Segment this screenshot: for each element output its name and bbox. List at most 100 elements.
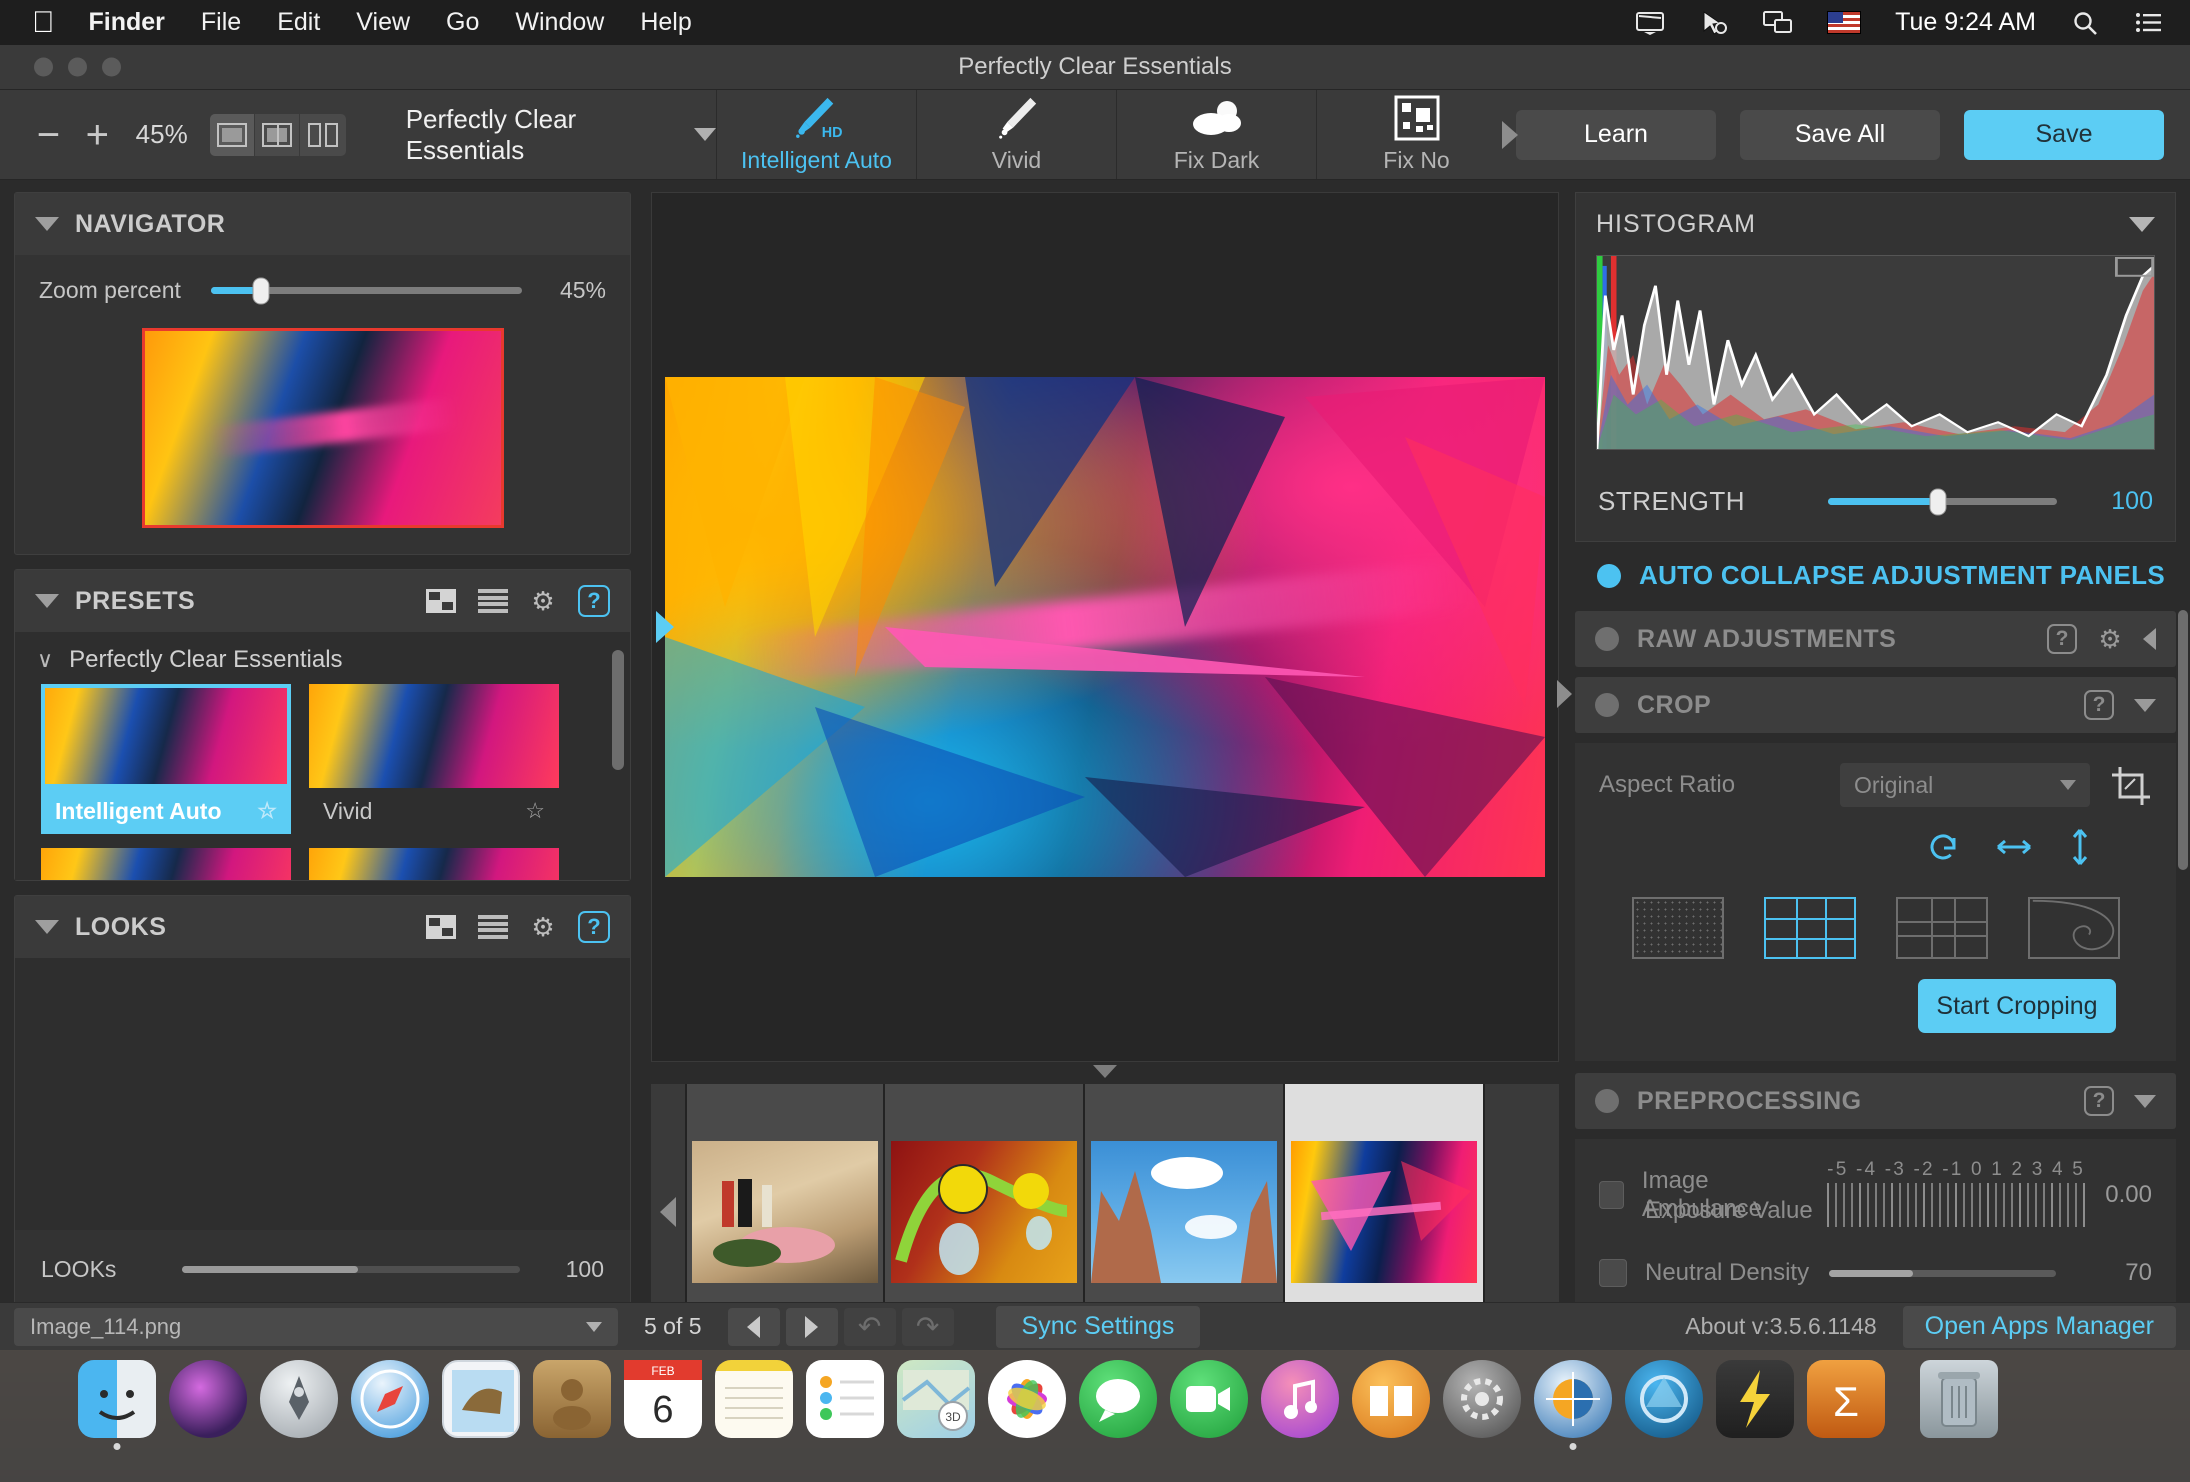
dock-icon-reminders[interactable] bbox=[806, 1360, 884, 1438]
triangle-down-icon[interactable] bbox=[2134, 1095, 2156, 1108]
redo-icon[interactable]: ↷ bbox=[902, 1308, 954, 1346]
view-mode-single[interactable] bbox=[210, 114, 255, 156]
main-image[interactable] bbox=[665, 377, 1545, 877]
star-icon[interactable]: ☆ bbox=[257, 798, 277, 824]
section-raw-adjustments[interactable]: RAW ADJUSTMENTS ? ⚙ bbox=[1575, 611, 2176, 667]
search-icon[interactable] bbox=[2070, 10, 2100, 36]
looks-header[interactable]: LOOKS ⚙ ? bbox=[15, 896, 630, 958]
help-icon[interactable]: ? bbox=[2047, 624, 2077, 654]
apple-icon[interactable]:  bbox=[32, 8, 55, 38]
screen-sharing-icon[interactable] bbox=[1763, 10, 1793, 36]
dock-icon-mail[interactable] bbox=[442, 1360, 520, 1438]
triangle-down-icon[interactable] bbox=[35, 217, 59, 231]
menu-item-file[interactable]: File bbox=[201, 8, 241, 37]
toggle-dot-icon[interactable] bbox=[1595, 1089, 1619, 1113]
looks-list[interactable] bbox=[15, 958, 630, 1230]
presets-scrollbar[interactable] bbox=[612, 650, 624, 770]
tool-vivid[interactable]: Vivid bbox=[916, 90, 1116, 179]
view-mode-split[interactable] bbox=[300, 114, 345, 156]
dock-icon-facetime[interactable] bbox=[1170, 1360, 1248, 1438]
save-button[interactable]: Save bbox=[1964, 110, 2164, 160]
toggle-dot-icon[interactable] bbox=[1595, 693, 1619, 717]
golden-spiral-overlay[interactable] bbox=[2028, 897, 2120, 959]
thirds-grid-overlay[interactable] bbox=[1764, 897, 1856, 959]
dock-icon-contacts[interactable] bbox=[533, 1360, 611, 1438]
tool-fix-dark[interactable]: Fix Dark bbox=[1116, 90, 1316, 179]
dock-icon-trash[interactable] bbox=[1920, 1360, 1998, 1438]
presets-list[interactable]: ∨ Perfectly Clear Essentials Intelligent… bbox=[15, 632, 630, 880]
menu-item-view[interactable]: View bbox=[356, 8, 410, 37]
dock-icon-calendar[interactable]: FEB6 bbox=[624, 1360, 702, 1438]
previous-image-button[interactable] bbox=[728, 1308, 780, 1346]
list-view-icon[interactable] bbox=[478, 589, 508, 613]
menu-item-edit[interactable]: Edit bbox=[277, 8, 320, 37]
window-controls[interactable] bbox=[34, 58, 136, 77]
star-icon[interactable]: ☆ bbox=[525, 798, 545, 824]
dock-icon-utility-flash[interactable] bbox=[1716, 1360, 1794, 1438]
toggle-dot-icon[interactable] bbox=[1595, 627, 1619, 651]
navigator-thumbnail[interactable] bbox=[142, 328, 504, 528]
chevron-right-icon[interactable] bbox=[1502, 121, 1518, 149]
dock-icon-ibooks[interactable] bbox=[1352, 1360, 1430, 1438]
tool-intelligent-auto[interactable]: HD Intelligent Auto bbox=[716, 90, 916, 179]
zoom-in-button[interactable]: + bbox=[73, 115, 122, 155]
looks-slider[interactable] bbox=[182, 1266, 520, 1273]
triangle-down-icon[interactable] bbox=[1093, 1065, 1117, 1078]
help-icon[interactable]: ? bbox=[578, 911, 610, 943]
zoom-out-button[interactable]: − bbox=[24, 115, 73, 155]
image-canvas[interactable] bbox=[651, 192, 1559, 1062]
flip-horizontal-icon[interactable] bbox=[1994, 830, 2034, 872]
dock-icon-messages[interactable] bbox=[1079, 1360, 1157, 1438]
preset-item-intelligent-auto[interactable]: Intelligent Auto ☆ bbox=[41, 684, 291, 834]
dock-icon-launchpad[interactable] bbox=[260, 1360, 338, 1438]
triangle-down-icon[interactable] bbox=[2134, 699, 2156, 712]
zoom-button[interactable] bbox=[102, 58, 121, 77]
section-crop[interactable]: CROP ? bbox=[1575, 677, 2176, 733]
dock-icon-perfectly-clear[interactable] bbox=[1534, 1360, 1612, 1438]
preset-item-vivid[interactable]: Vivid ☆ bbox=[309, 684, 559, 834]
triangle-left-icon[interactable] bbox=[2143, 628, 2156, 650]
view-mode-group[interactable] bbox=[210, 114, 346, 156]
start-cropping-button[interactable]: Start Cropping bbox=[1918, 979, 2116, 1033]
control-center-icon[interactable] bbox=[2134, 10, 2164, 36]
crop-icon[interactable] bbox=[2110, 765, 2152, 805]
dock-icon-photos[interactable] bbox=[988, 1360, 1066, 1438]
preset-item-4[interactable] bbox=[309, 848, 559, 880]
dock-icon-maps[interactable]: 3D bbox=[897, 1360, 975, 1438]
triangle-down-icon[interactable] bbox=[35, 594, 59, 608]
triangle-right-icon[interactable] bbox=[1557, 680, 1572, 708]
menu-item-help[interactable]: Help bbox=[640, 8, 691, 37]
aspect-ratio-select[interactable]: Original bbox=[1840, 763, 2090, 807]
us-flag-icon[interactable] bbox=[1827, 11, 1861, 34]
grid-view-icon[interactable] bbox=[426, 589, 456, 613]
dock-icon-automator[interactable]: Σ bbox=[1807, 1360, 1885, 1438]
undo-icon[interactable]: ↶ bbox=[844, 1308, 896, 1346]
gear-icon[interactable]: ⚙ bbox=[2097, 626, 2123, 652]
menu-clock[interactable]: Tue 9:24 AM bbox=[1895, 8, 2036, 37]
help-icon[interactable]: ? bbox=[2084, 1086, 2114, 1116]
navigator-header[interactable]: NAVIGATOR bbox=[15, 193, 630, 255]
dock-icon-siri[interactable] bbox=[169, 1360, 247, 1438]
exposure-ticks[interactable]: -5 -4 -3 -2 -1 0 1 2 3 4 5 bbox=[1827, 1159, 2085, 1231]
phi-grid-overlay[interactable] bbox=[1896, 897, 1988, 959]
dock-icon-notes[interactable] bbox=[715, 1360, 793, 1438]
fine-grid-overlay[interactable] bbox=[1632, 897, 1724, 959]
sync-settings-button[interactable]: Sync Settings bbox=[996, 1306, 1201, 1348]
rotate-icon[interactable] bbox=[1926, 830, 1960, 872]
next-image-button[interactable] bbox=[786, 1308, 838, 1346]
close-button[interactable] bbox=[34, 58, 53, 77]
triangle-right-icon[interactable] bbox=[656, 611, 674, 643]
menu-item-go[interactable]: Go bbox=[446, 8, 479, 37]
zoom-percent-slider[interactable] bbox=[211, 287, 522, 294]
right-panel-scrollbar[interactable] bbox=[2178, 610, 2188, 870]
grid-view-icon[interactable] bbox=[426, 915, 456, 939]
list-view-icon[interactable] bbox=[478, 915, 508, 939]
chevron-down-icon[interactable] bbox=[694, 128, 716, 141]
image-ambulance-checkbox[interactable] bbox=[1599, 1181, 1624, 1209]
learn-button[interactable]: Learn bbox=[1516, 110, 1716, 160]
help-icon[interactable]: ? bbox=[578, 585, 610, 617]
strength-slider[interactable] bbox=[1828, 498, 2057, 505]
neutral-density-slider[interactable] bbox=[1829, 1270, 2056, 1277]
view-mode-dual[interactable] bbox=[255, 114, 300, 156]
cursor-icon[interactable] bbox=[1699, 10, 1729, 36]
